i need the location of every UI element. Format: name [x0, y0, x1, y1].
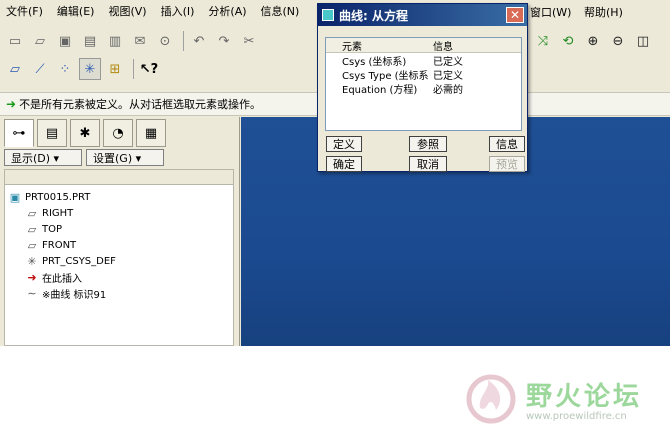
menu-info[interactable]: 信息(N) [261, 3, 300, 19]
menu-window[interactable]: 窗口(W) [530, 4, 571, 20]
watermark-url: www.proewildfire.cn [526, 411, 627, 422]
element-row-equation[interactable]: Equation (方程) 必需的 [326, 81, 521, 96]
define-button[interactable]: 定义 [326, 136, 362, 152]
refit-icon[interactable]: ◫ [632, 30, 654, 52]
toolbar-separator [133, 59, 134, 79]
new-file-icon[interactable]: ▭ [4, 30, 26, 52]
curve-icon: ∼ [27, 286, 37, 300]
model-tree-tab-icon[interactable]: ⊶ [4, 119, 34, 147]
favorites-tab-icon[interactable]: ✱ [70, 119, 100, 147]
info-button[interactable]: 信息 [489, 136, 525, 152]
csys-display-icon[interactable]: ✳ [79, 58, 101, 80]
tree-item-top[interactable]: ▱ TOP [5, 221, 233, 237]
show-dropdown[interactable]: 显示(D) ▾ [4, 149, 82, 166]
tree-item-insert-here[interactable]: ➜ 在此插入 [5, 269, 233, 285]
connections-tab-icon[interactable]: ◔ [103, 119, 133, 147]
csys-icon: ✳ [27, 254, 37, 268]
dialog-app-icon [322, 9, 334, 21]
tree-item-front[interactable]: ▱ FRONT [5, 237, 233, 253]
panel-toolbar: 显示(D) ▾ 设置(G) ▾ [4, 149, 168, 166]
cancel-button[interactable]: 取消 [409, 156, 447, 172]
col-info-header: 信息 [433, 42, 453, 53]
col-element-header: 元素 [342, 42, 362, 53]
settings-dropdown[interactable]: 设置(G) ▾ [86, 149, 164, 166]
toolbar-separator [183, 31, 184, 51]
flame-logo-icon [466, 374, 516, 424]
close-icon[interactable]: ✕ [506, 7, 524, 23]
dialog-title-bar[interactable]: 曲线: 从方程 [318, 4, 527, 26]
datum-display-icon[interactable]: ⤨ [532, 30, 554, 52]
spin-center-icon[interactable]: ⟲ [557, 30, 579, 52]
part-icon: ▣ [9, 190, 21, 204]
element-row-csys-type[interactable]: Csys Type (坐标系 已定义 [326, 67, 521, 82]
menu-edit[interactable]: 编辑(E) [57, 3, 95, 19]
toolbar-datum: ▱ ⟋ ⁘ ✳ ⊞ ↖? [4, 56, 163, 82]
menu-insert[interactable]: 插入(I) [161, 3, 195, 19]
plane-display-icon[interactable]: ▱ [4, 58, 26, 80]
undo-icon[interactable]: ↶ [188, 30, 210, 52]
forum-watermark: 野火论坛 www.proewildfire.cn [460, 368, 642, 430]
toolbar-view: ⤨ ⟲ ⊕ ⊖ ◫ [532, 28, 657, 54]
tree-item-csys[interactable]: ✳ PRT_CSYS_DEF [5, 253, 233, 269]
message-text: 不是所有元素被定义。从对话框选取元素或操作。 [19, 98, 262, 111]
element-list-header: 元素 信息 [326, 38, 521, 53]
cut-icon[interactable]: ✂ [238, 30, 260, 52]
context-help-icon[interactable]: ↖? [138, 58, 160, 80]
menu-view[interactable]: 视图(V) [108, 3, 146, 19]
preview-button: 预览 [489, 156, 525, 172]
zoom-out-icon[interactable]: ⊖ [607, 30, 629, 52]
tree-item-curve[interactable]: ∼ ※曲线 标识91 [5, 285, 233, 301]
element-row-csys[interactable]: Csys (坐标系) 已定义 [326, 53, 521, 68]
print-icon[interactable]: ▥ [104, 30, 126, 52]
save-icon[interactable]: ▣ [54, 30, 76, 52]
annotation-display-icon[interactable]: ⊞ [104, 58, 126, 80]
axis-display-icon[interactable]: ⟋ [29, 58, 51, 80]
dialog-title: 曲线: 从方程 [339, 8, 408, 23]
datum-plane-icon: ▱ [27, 222, 37, 236]
curve-from-equation-dialog: 曲线: 从方程 ✕ 元素 信息 Csys (坐标系) 已定义 Csys Type… [317, 3, 528, 172]
navigator-panel: ⊶ ▤ ✱ ◔ ▦ 显示(D) ▾ 设置(G) ▾ ▣ PRT0015.PRT … [0, 117, 240, 346]
email-link-icon[interactable]: ⊙ [154, 30, 176, 52]
folder-browser-tab-icon[interactable]: ▤ [37, 119, 67, 147]
element-list: 元素 信息 Csys (坐标系) 已定义 Csys Type (坐标系 已定义 … [325, 37, 522, 131]
tree-column-header [4, 169, 234, 185]
point-display-icon[interactable]: ⁘ [54, 58, 76, 80]
watermark-name: 野火论坛 [526, 382, 643, 412]
save-copy-icon[interactable]: ▤ [79, 30, 101, 52]
navigator-tabs: ⊶ ▤ ✱ ◔ ▦ [4, 119, 169, 147]
app-window: 文件(F) 编辑(E) 视图(V) 插入(I) 分析(A) 信息(N) 窗口(W… [0, 0, 670, 346]
toolbar-main: ▭ ▱ ▣ ▤ ▥ ✉ ⊙ ↶ ↷ ✂ [4, 28, 263, 54]
redo-icon[interactable]: ↷ [213, 30, 235, 52]
tree-root[interactable]: ▣ PRT0015.PRT [5, 189, 233, 205]
email-icon[interactable]: ✉ [129, 30, 151, 52]
menu-analysis[interactable]: 分析(A) [208, 3, 246, 19]
zoom-in-icon[interactable]: ⊕ [582, 30, 604, 52]
open-folder-icon[interactable]: ▱ [29, 30, 51, 52]
datum-plane-icon: ▱ [27, 206, 37, 220]
ok-button[interactable]: 确定 [326, 156, 362, 172]
arrow-right-icon: ➜ [6, 97, 17, 111]
reference-button[interactable]: 参照 [409, 136, 447, 152]
tree-item-right[interactable]: ▱ RIGHT [5, 205, 233, 221]
model-tree: ▣ PRT0015.PRT ▱ RIGHT ▱ TOP ▱ FRONT ✳ PR… [4, 185, 234, 346]
menu-file[interactable]: 文件(F) [6, 3, 43, 19]
datum-plane-icon: ▱ [27, 238, 37, 252]
insert-arrow-icon: ➜ [27, 270, 37, 284]
history-tab-icon[interactable]: ▦ [136, 119, 166, 147]
menu-help[interactable]: 帮助(H) [584, 4, 623, 20]
